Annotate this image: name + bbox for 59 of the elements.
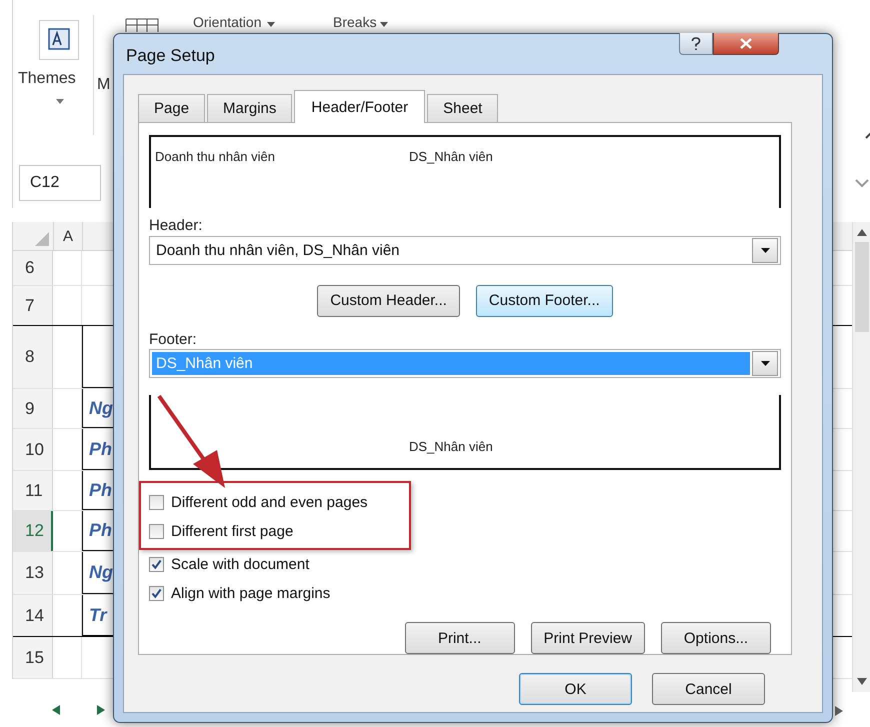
caret-icon[interactable] bbox=[380, 22, 388, 27]
preview-text: DS_Nhân viên bbox=[409, 149, 493, 164]
preview-text: Doanh thu nhân viên bbox=[155, 149, 275, 164]
scroll-up-icon[interactable] bbox=[857, 228, 867, 236]
tab[interactable]: Page bbox=[138, 94, 206, 122]
next-sheet-icon[interactable] bbox=[97, 705, 105, 715]
column-header[interactable]: A bbox=[54, 222, 83, 250]
action-button[interactable]: Print Preview bbox=[530, 622, 645, 654]
row-header[interactable]: 13 bbox=[13, 552, 53, 594]
help-icon[interactable] bbox=[691, 36, 701, 50]
row-header[interactable]: 8 bbox=[13, 326, 53, 388]
checkbox[interactable] bbox=[149, 586, 164, 601]
checkbox[interactable] bbox=[149, 495, 164, 510]
row-header[interactable]: 12 bbox=[13, 511, 53, 551]
tab[interactable]: Sheet bbox=[427, 94, 498, 122]
cancel-button[interactable]: Cancel bbox=[652, 673, 765, 705]
row-header[interactable]: 7 bbox=[13, 286, 53, 325]
caret-icon[interactable] bbox=[267, 22, 275, 27]
close-button[interactable] bbox=[713, 33, 779, 55]
scroll-right-icon[interactable] bbox=[835, 706, 843, 716]
help-button[interactable] bbox=[679, 33, 713, 55]
scroll-down-icon[interactable] bbox=[857, 678, 867, 686]
name-box[interactable]: C12 bbox=[19, 165, 101, 201]
row-header[interactable]: 15 bbox=[13, 637, 53, 678]
checkbox-label[interactable]: Align with page margins bbox=[171, 585, 330, 602]
ok-button[interactable]: OK bbox=[519, 673, 632, 705]
grid-icon[interactable] bbox=[125, 18, 159, 32]
row-header[interactable]: 10 bbox=[13, 429, 53, 470]
previous-sheet-icon[interactable] bbox=[52, 705, 60, 715]
action-button[interactable]: Options... bbox=[661, 622, 771, 654]
tab[interactable]: Header/Footer bbox=[294, 90, 426, 123]
tab[interactable]: Margins bbox=[207, 94, 292, 122]
themes-icon[interactable] bbox=[39, 20, 79, 60]
caret-icon[interactable] bbox=[760, 248, 770, 253]
custom-button[interactable]: Custom Footer... bbox=[476, 284, 613, 317]
caret-icon[interactable] bbox=[760, 361, 770, 366]
footer-label: Footer: bbox=[149, 330, 198, 350]
chevron-down-icon[interactable] bbox=[855, 179, 869, 188]
row-header[interactable]: 6 bbox=[13, 251, 53, 285]
preview-text: DS_Nhân viên bbox=[409, 439, 493, 454]
ribbon-label[interactable]: M bbox=[97, 76, 110, 94]
row-header[interactable]: 11 bbox=[13, 471, 53, 510]
orientation-button[interactable]: Orientation bbox=[193, 14, 262, 30]
themes-label[interactable]: Themes bbox=[18, 70, 76, 88]
custom-button[interactable]: Custom Header... bbox=[317, 284, 460, 317]
scroll-thumb[interactable] bbox=[855, 242, 869, 332]
header-dropdown[interactable]: Doanh thu nhân viên, DS_Nhân viên bbox=[149, 236, 781, 265]
header-label: Header: bbox=[149, 216, 204, 236]
checkbox[interactable] bbox=[149, 524, 164, 539]
checkbox[interactable] bbox=[149, 557, 164, 572]
window-title: Page Setup bbox=[125, 46, 215, 66]
action-button[interactable]: Print... bbox=[404, 622, 515, 654]
checkbox-label[interactable]: Different first page bbox=[171, 523, 294, 540]
row-header[interactable]: 14 bbox=[13, 595, 53, 636]
row-header[interactable]: 9 bbox=[13, 389, 53, 428]
close-icon[interactable] bbox=[740, 38, 752, 49]
checkbox-label[interactable]: Different odd and even pages bbox=[171, 494, 368, 511]
checkbox-label[interactable]: Scale with document bbox=[171, 556, 310, 573]
breaks-button[interactable]: Breaks bbox=[333, 14, 377, 30]
